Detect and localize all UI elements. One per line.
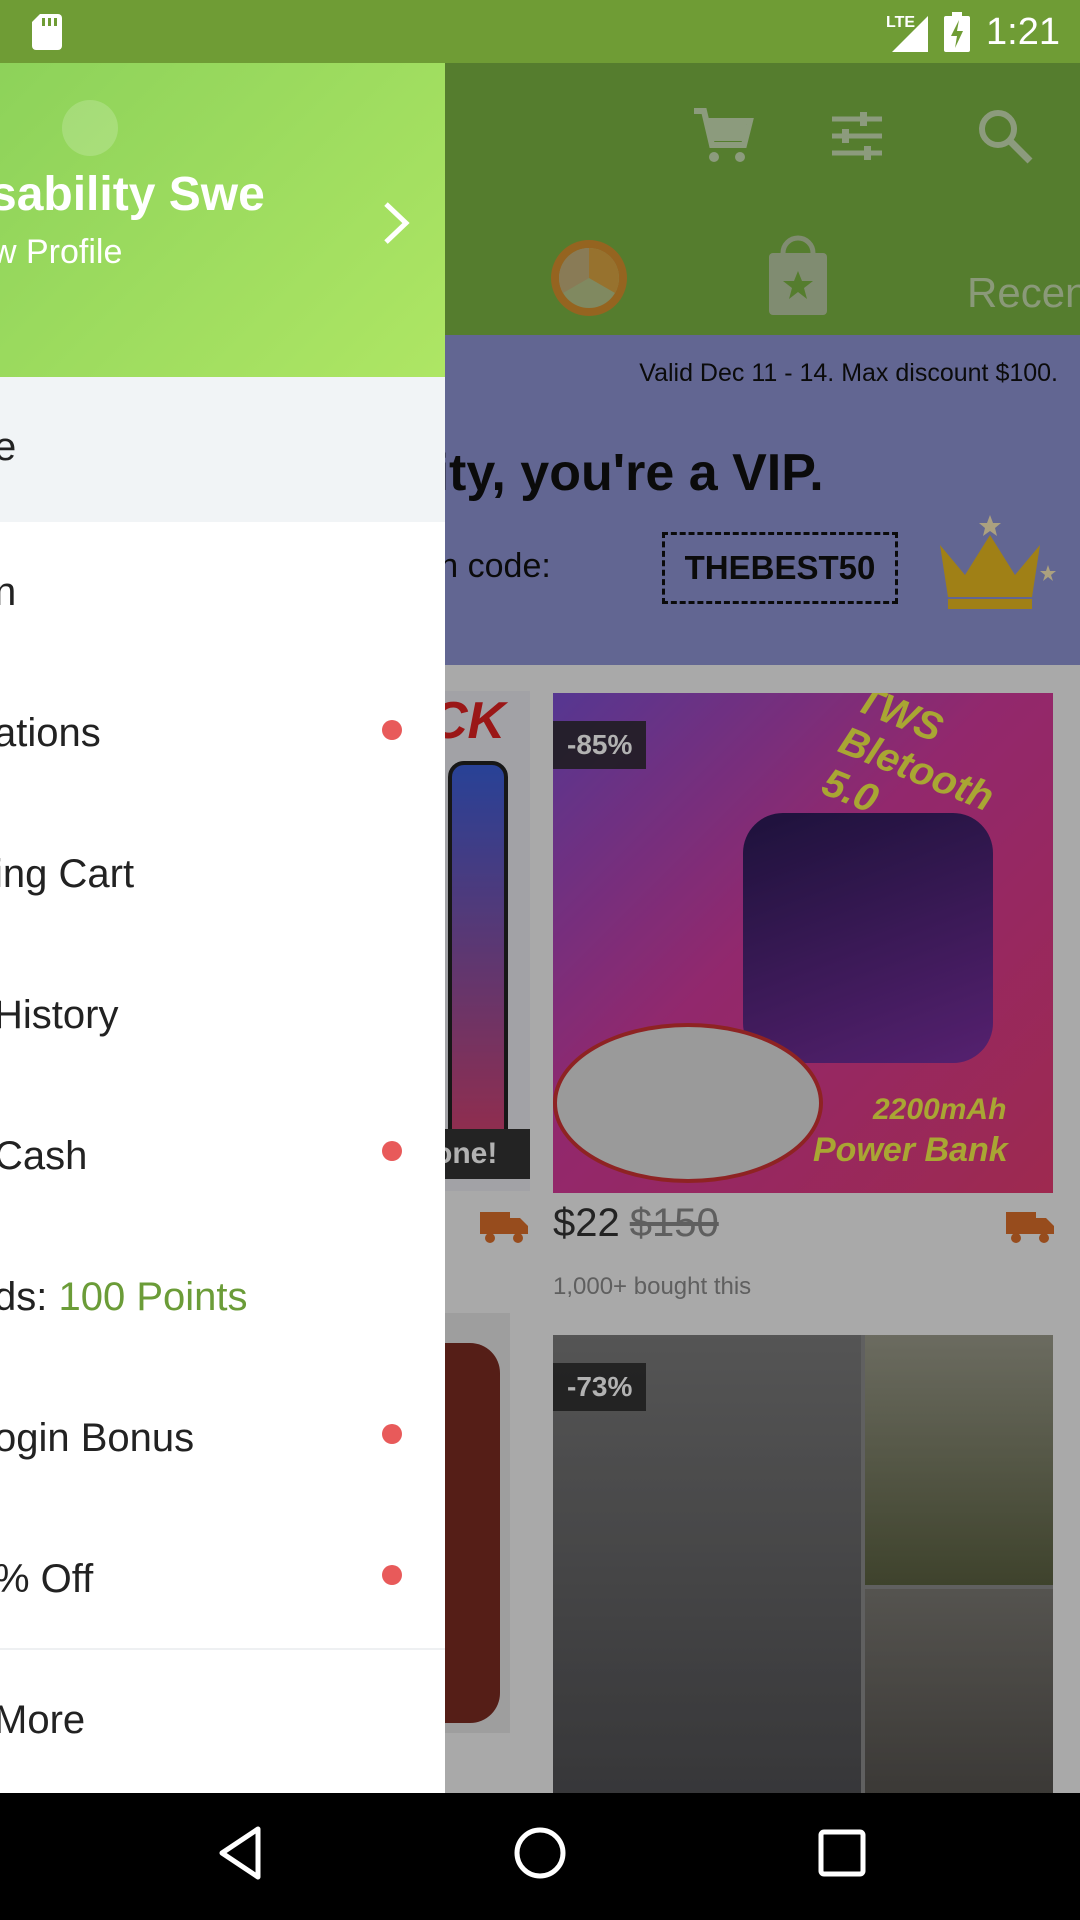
- system-nav-bar: [0, 1793, 1080, 1920]
- drawer-item-notifications[interactable]: ations: [0, 663, 445, 804]
- recents-icon[interactable]: [812, 1823, 872, 1883]
- drawer-profile-header[interactable]: sability Swe w Profile: [0, 63, 445, 377]
- drawer-item-label: ogin Bonus: [0, 1416, 195, 1460]
- drawer-item-label: ations: [0, 711, 101, 755]
- home-icon[interactable]: [510, 1823, 570, 1883]
- rewards-points: 100 Points: [58, 1275, 248, 1319]
- profile-name: sability Swe: [0, 168, 265, 221]
- avatar: [62, 100, 118, 156]
- drawer-item-label: % Off: [0, 1557, 94, 1601]
- back-icon[interactable]: [210, 1823, 270, 1883]
- drawer-item-history[interactable]: History: [0, 945, 445, 1086]
- drawer-item-login-bonus[interactable]: ogin Bonus: [0, 1368, 445, 1509]
- drawer-item-label: ds: 100 Points: [0, 1275, 248, 1320]
- drawer-item-home[interactable]: e: [0, 377, 445, 522]
- drawer-item-label: ing Cart: [0, 852, 135, 896]
- drawer-item-label: n: [0, 570, 17, 614]
- notification-dot: [382, 1424, 402, 1444]
- status-bar: LTE 1:21: [0, 0, 1080, 63]
- drawer-item-more[interactable]: More: [0, 1650, 445, 1793]
- drawer-item-percent-off[interactable]: % Off: [0, 1509, 445, 1648]
- rewards-prefix: ds:: [0, 1275, 59, 1319]
- drawer-item-cash[interactable]: Cash: [0, 1086, 445, 1227]
- drawer-item-label: e: [0, 425, 17, 469]
- drawer-item-shopping-cart[interactable]: ing Cart: [0, 804, 445, 945]
- clock: 1:21: [986, 10, 1060, 53]
- drawer-item-label: More: [0, 1698, 86, 1742]
- chevron-right-icon: [384, 202, 410, 244]
- sd-card-icon: [32, 14, 62, 50]
- signal-icon: LTE: [884, 12, 929, 52]
- notification-dot: [382, 1141, 402, 1161]
- drawer-item-label: History: [0, 993, 119, 1037]
- drawer-item-label: Cash: [0, 1134, 88, 1178]
- navigation-drawer: sability Swe w Profile e n ations ing Ca…: [0, 63, 445, 1793]
- drawer-item-rewards[interactable]: ds: 100 Points: [0, 1227, 445, 1368]
- drawer-item-2[interactable]: n: [0, 522, 445, 663]
- notification-dot: [382, 1565, 402, 1585]
- notification-dot: [382, 720, 402, 740]
- battery-charging-icon: [944, 12, 971, 52]
- view-profile-link[interactable]: w Profile: [0, 233, 122, 272]
